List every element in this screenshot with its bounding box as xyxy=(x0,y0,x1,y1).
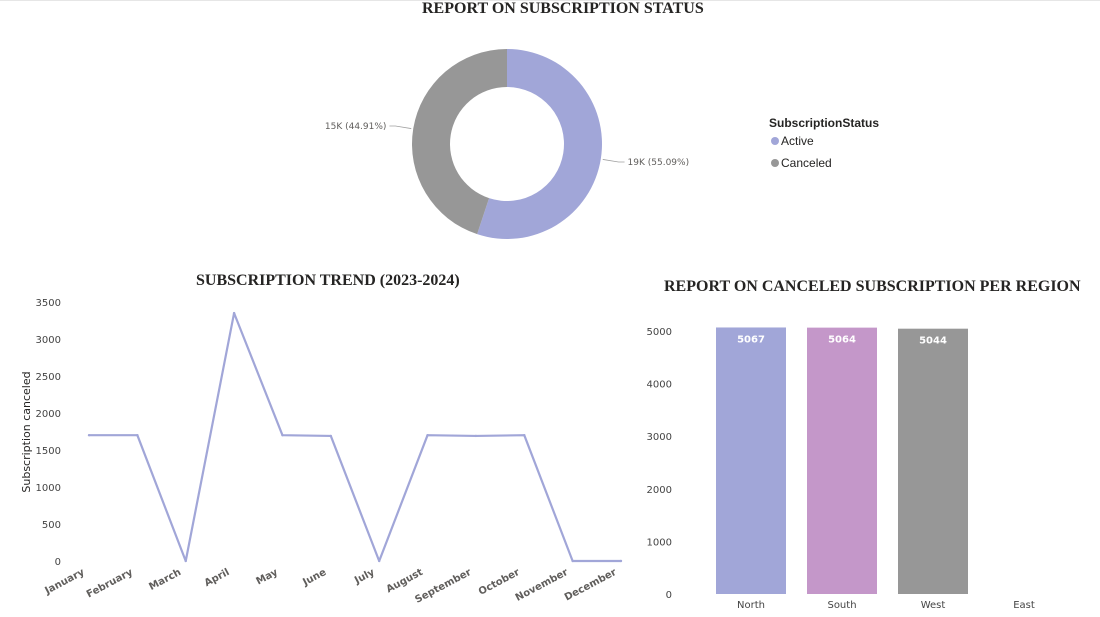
bar-x-tick-north: North xyxy=(737,600,765,611)
bar-y-tick: 5000 xyxy=(647,327,672,338)
bar-x-tick-west: West xyxy=(921,600,946,611)
bar-north xyxy=(716,327,786,594)
bar-data-label-west: 5044 xyxy=(919,336,947,347)
bar-south xyxy=(807,327,877,594)
bar-chart: 0 1000 2000 3000 4000 5000 5067 North 5064 South 5… xyxy=(647,327,1035,611)
bar-y-tick: 0 xyxy=(666,590,672,601)
bar-west xyxy=(898,328,968,594)
bar-y-tick: 2000 xyxy=(647,485,672,496)
bar-data-label-north: 5067 xyxy=(737,334,765,345)
bar-y-tick: 3000 xyxy=(647,432,672,443)
bar-x-tick-east: East xyxy=(1013,600,1035,611)
bar-y-tick: 4000 xyxy=(647,380,672,391)
bar-data-label-south: 5064 xyxy=(828,335,856,346)
bar-x-tick-south: South xyxy=(827,600,856,611)
bar-y-tick: 1000 xyxy=(647,537,672,548)
